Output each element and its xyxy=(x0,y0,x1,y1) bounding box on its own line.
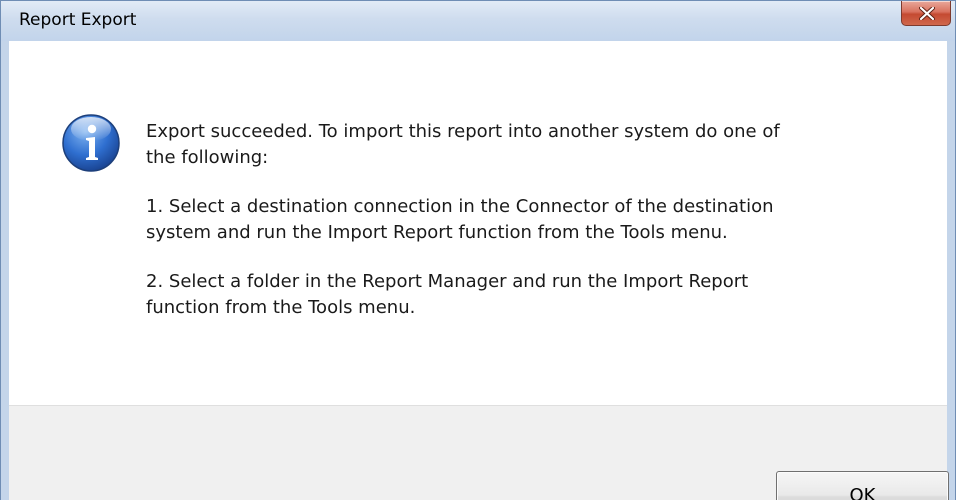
message-line: function from the Tools menu. xyxy=(146,297,416,318)
message-area: Export succeeded. To import this report … xyxy=(9,41,947,405)
message-line: Export succeeded. To import this report … xyxy=(146,121,780,142)
message-line: 2. Select a folder in the Report Manager… xyxy=(146,271,749,292)
window-title: Report Export xyxy=(19,10,137,30)
ok-button[interactable]: OK xyxy=(776,471,949,500)
message-text: Export succeeded. To import this report … xyxy=(146,119,906,344)
message-line: the following: xyxy=(146,147,269,168)
message-paragraph-2: 1. Select a destination connection in th… xyxy=(146,194,906,246)
message-paragraph-1: Export succeeded. To import this report … xyxy=(146,119,906,171)
information-icon xyxy=(62,114,120,172)
button-bar: OK xyxy=(9,405,949,500)
title-bar[interactable]: Report Export xyxy=(1,1,955,41)
message-paragraph-3: 2. Select a folder in the Report Manager… xyxy=(146,269,906,321)
message-line: system and run the Import Report functio… xyxy=(146,222,728,243)
dialog-window: Report Export Export succeeded. To impor… xyxy=(0,0,956,500)
close-button[interactable] xyxy=(901,1,951,26)
message-line: 1. Select a destination connection in th… xyxy=(146,196,774,217)
close-icon xyxy=(919,7,935,20)
dialog-client-area: Export succeeded. To import this report … xyxy=(9,41,949,500)
